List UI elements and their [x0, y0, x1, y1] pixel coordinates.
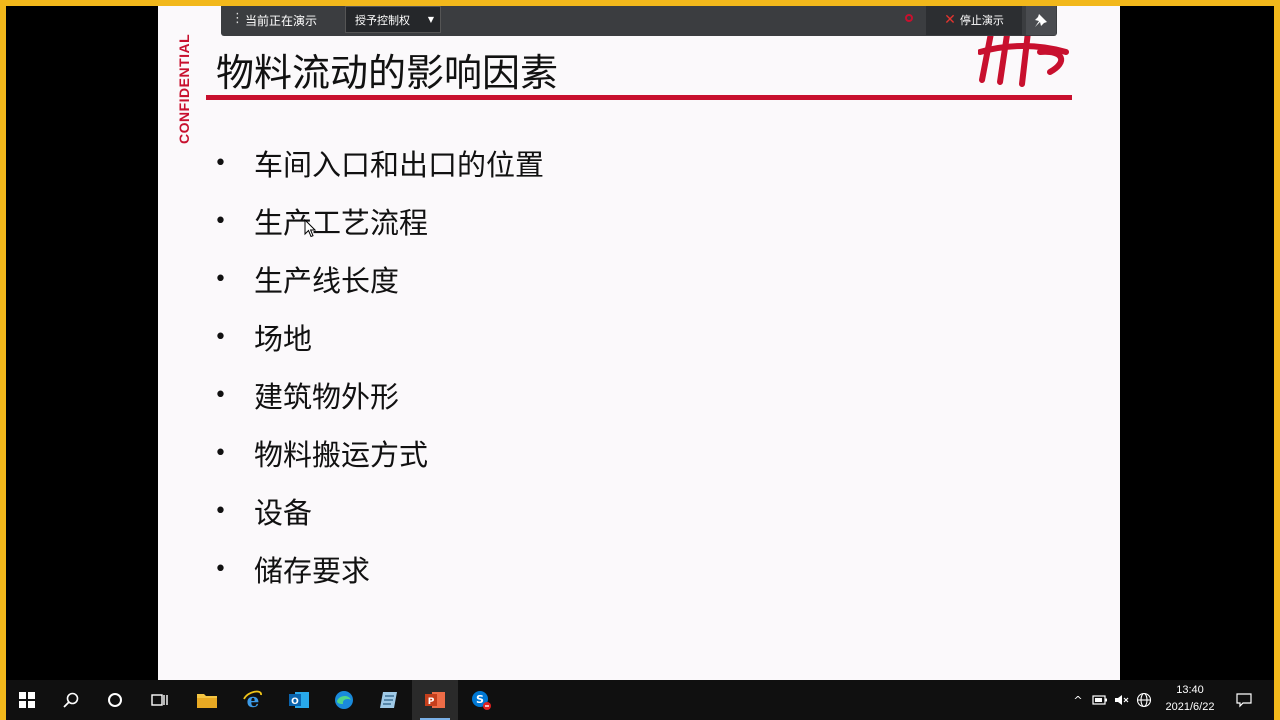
windows-taskbar: e O P S ^ 13:40 2021/6/22 — [0, 680, 1280, 720]
bullet-text: 生产线长度 — [254, 264, 400, 298]
bullet-marker: • — [214, 556, 227, 582]
slide-title: 物料流动的影响因素 — [216, 51, 559, 95]
list-item: • 场地 — [214, 308, 544, 366]
give-control-label: 授予控制权 — [355, 13, 410, 27]
speaker-muted-icon[interactable] — [1114, 693, 1130, 707]
chevron-down-icon: ▼ — [427, 15, 434, 24]
cortana-icon — [108, 693, 122, 707]
edge-icon — [335, 691, 353, 709]
battery-icon[interactable] — [1092, 694, 1108, 706]
list-item: • 储存要求 — [214, 540, 544, 598]
task-view-button[interactable] — [137, 680, 183, 720]
pin-toolbar-button[interactable] — [1026, 4, 1056, 35]
list-item: • 生产线长度 — [214, 250, 544, 308]
list-item: • 建筑物外形 — [214, 366, 544, 424]
windows-logo-icon — [19, 692, 35, 708]
bullet-marker: • — [214, 266, 227, 292]
chevron-up-icon[interactable]: ^ — [1070, 694, 1086, 707]
bullet-text: 储存要求 — [254, 554, 371, 588]
bullet-marker: • — [214, 324, 227, 350]
list-item: • 设备 — [214, 482, 544, 540]
start-button[interactable] — [4, 680, 50, 720]
taskbar-app-edge[interactable] — [321, 680, 367, 720]
cortana-button[interactable] — [92, 680, 138, 720]
bullet-text: 场地 — [254, 322, 313, 356]
taskbar-app-skype[interactable]: S — [458, 680, 504, 720]
bullet-marker: • — [214, 382, 227, 408]
search-button[interactable] — [48, 680, 94, 720]
bullet-marker: • — [214, 440, 227, 466]
confidential-label: CONFIDENTIAL — [176, 33, 192, 144]
taskbar-app-file-explorer[interactable] — [184, 680, 230, 720]
svg-text:O: O — [291, 697, 299, 707]
task-view-icon — [151, 694, 168, 706]
list-item: • 生产工艺流程 — [214, 192, 544, 250]
bullet-marker: • — [214, 150, 227, 176]
powerpoint-icon: P — [425, 692, 445, 708]
pin-icon — [1035, 13, 1047, 27]
clock-time: 13:40 — [1176, 684, 1204, 696]
taskbar-app-notepad[interactable] — [366, 680, 412, 720]
bullet-text: 车间入口和出口的位置 — [254, 148, 545, 182]
bullet-list: • 车间入口和出口的位置 • 生产工艺流程 • 生产线长度 • 场地 • 建筑物外形 • 物… — [214, 134, 544, 598]
taskbar-clock[interactable]: 13:40 2021/6/22 — [1158, 682, 1222, 716]
bullet-text: 物料搬运方式 — [254, 438, 429, 472]
globe-icon[interactable] — [1136, 692, 1152, 708]
list-item: • 物料搬运方式 — [214, 424, 544, 482]
svg-text:P: P — [428, 697, 435, 707]
outlook-icon: O — [289, 692, 309, 708]
system-tray: ^ — [1070, 680, 1152, 720]
drag-handle-icon[interactable]: ⋮ — [231, 11, 244, 26]
bullet-marker: • — [214, 208, 227, 234]
stop-presenting-button[interactable]: ✕ 停止演示 — [926, 4, 1022, 35]
notification-icon — [1236, 693, 1252, 708]
list-item: • 车间入口和出口的位置 — [214, 134, 544, 192]
taskbar-app-powerpoint[interactable]: P — [412, 680, 458, 720]
internet-explorer-icon: e — [243, 689, 262, 711]
give-control-dropdown[interactable]: 授予控制权 ▼ — [345, 6, 441, 33]
svg-text:S: S — [476, 693, 484, 706]
bullet-marker: • — [214, 498, 227, 524]
clock-date: 2021/6/22 — [1165, 701, 1215, 713]
bullet-text: 设备 — [254, 496, 313, 530]
title-divider — [206, 95, 1072, 100]
notepad-icon — [380, 692, 397, 708]
mouse-cursor-icon — [304, 219, 316, 238]
recording-indicator-icon — [905, 14, 913, 22]
folder-icon — [197, 694, 217, 708]
taskbar-app-internet-explorer[interactable]: e — [230, 680, 276, 720]
close-icon: ✕ — [944, 11, 956, 28]
bullet-text: 建筑物外形 — [254, 380, 400, 414]
taskbar-app-outlook[interactable]: O — [276, 680, 322, 720]
bullet-text: 生产工艺流程 — [254, 206, 429, 240]
presenting-status: 当前正在演示 — [245, 14, 318, 28]
stop-presenting-label: 停止演示 — [959, 13, 1004, 27]
skype-icon: S — [472, 691, 491, 710]
notifications-button[interactable] — [1224, 680, 1264, 720]
presenter-toolbar: ⋮ 当前正在演示 授予控制权 ▼ ✕ 停止演示 — [221, 3, 1057, 36]
search-icon — [63, 692, 79, 708]
